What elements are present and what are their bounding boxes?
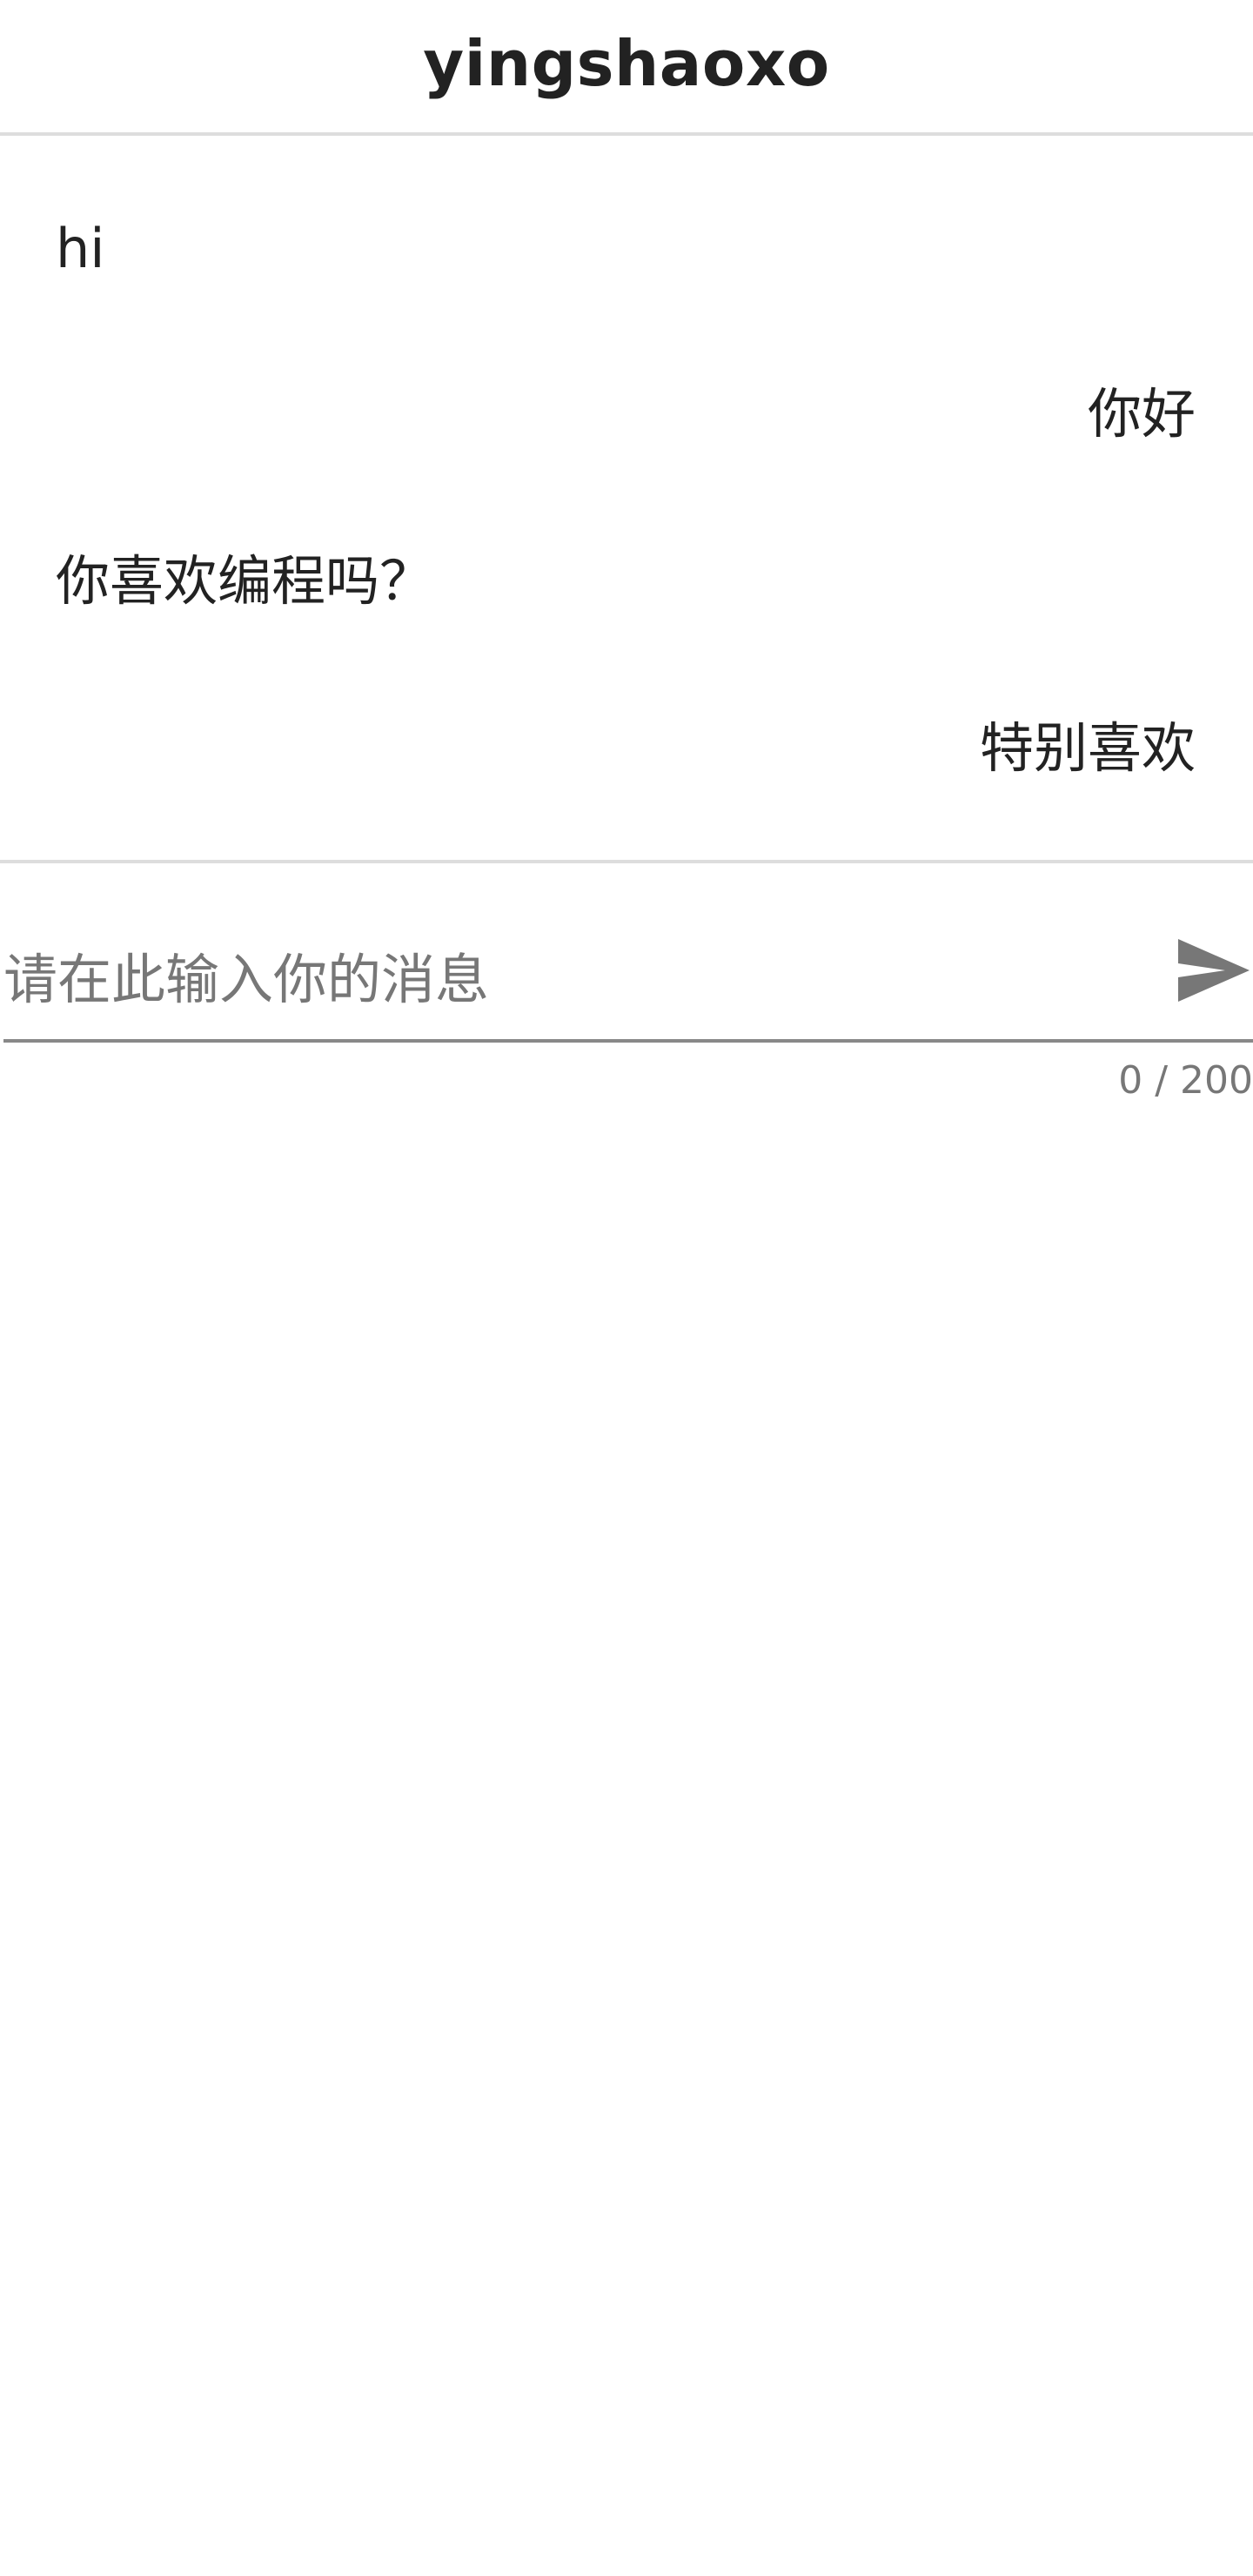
- message-list: hi 你好 你喜欢编程吗？ 特别喜欢: [0, 136, 1253, 863]
- page-title: yingshaoxo: [423, 27, 830, 100]
- input-underline: [3, 1039, 1253, 1043]
- message-composer: [0, 905, 1253, 1044]
- message-sent: 特别喜欢: [979, 716, 1196, 780]
- app-header: yingshaoxo: [0, 0, 1253, 136]
- message-received: hi: [56, 217, 105, 280]
- send-button[interactable]: [1175, 931, 1253, 1010]
- message-input[interactable]: [3, 940, 1152, 1018]
- send-icon: [1178, 939, 1250, 1002]
- message-sent: 你好: [1087, 382, 1196, 446]
- character-counter: 0 / 200: [1118, 1058, 1253, 1103]
- message-received: 你喜欢编程吗？: [56, 549, 434, 613]
